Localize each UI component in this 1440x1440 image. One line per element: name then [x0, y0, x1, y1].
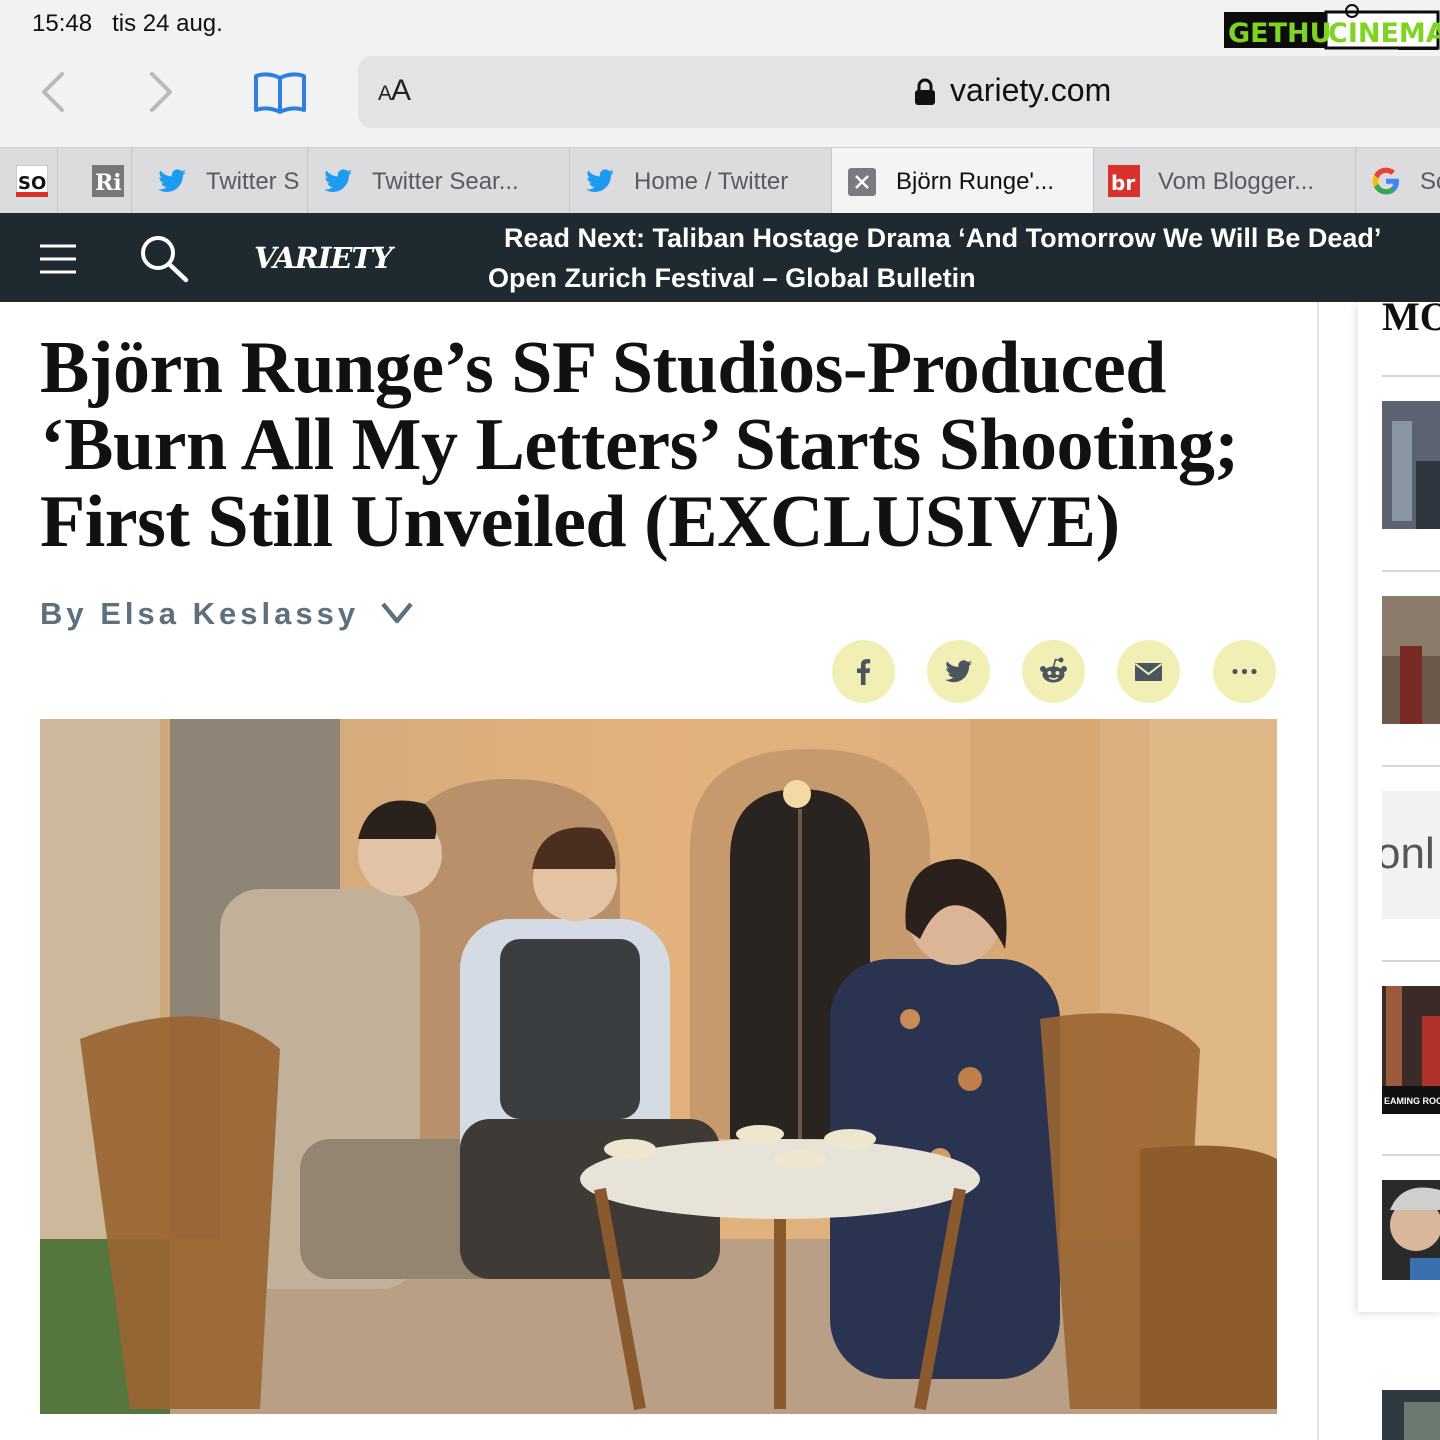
- svg-text:Ri: Ri: [95, 170, 122, 196]
- watermark-logo: GETHU CINEMA: [1222, 4, 1440, 56]
- tab-blogger[interactable]: br Vom Blogger...: [1094, 148, 1356, 214]
- sidebar-thumbnail[interactable]: [1382, 1180, 1440, 1280]
- tab-so[interactable]: SO: [0, 148, 58, 214]
- svg-text:GETHU: GETHU: [1228, 18, 1332, 49]
- share-email-button[interactable]: [1117, 640, 1180, 703]
- br-favicon: br: [1108, 165, 1140, 197]
- tab-twitter-2[interactable]: Twitter Sear...: [308, 148, 570, 214]
- svg-text:CINEMA: CINEMA: [1328, 18, 1440, 49]
- tab-bar: SO Ri Twitter S Twitter Sear... Home / T…: [0, 147, 1440, 214]
- chevron-left-icon: [42, 72, 64, 112]
- back-button[interactable]: [36, 70, 72, 114]
- sidebar-thumbnail[interactable]: EAMING ROOM: [1382, 986, 1440, 1114]
- menu-icon[interactable]: [38, 243, 78, 275]
- book-icon: [254, 72, 306, 114]
- read-next-link-line2[interactable]: Open Zurich Festival – Global Bulletin: [488, 263, 976, 294]
- tab-ri[interactable]: Ri: [58, 148, 132, 214]
- sidebar-thumbnail[interactable]: [1382, 401, 1440, 529]
- close-tab-icon[interactable]: [848, 168, 876, 196]
- tab-twitter-1[interactable]: Twitter S: [132, 148, 308, 214]
- twitter-bird-icon: [322, 165, 354, 197]
- tab-twitter-home[interactable]: Home / Twitter: [570, 148, 832, 214]
- tab-google[interactable]: Sc: [1356, 148, 1440, 214]
- search-icon[interactable]: [136, 233, 192, 285]
- read-next-link[interactable]: Read Next: Taliban Hostage Drama ‘And To…: [504, 223, 1381, 254]
- article-headline: Björn Runge’s SF Studios-Produced ‘Burn …: [40, 327, 1239, 563]
- reddit-icon: [1040, 657, 1067, 683]
- email-icon: [1134, 663, 1163, 681]
- lock-icon: [914, 78, 936, 106]
- sidebar-thumbnail[interactable]: onl: [1382, 791, 1440, 919]
- share-twitter-button[interactable]: [927, 640, 990, 703]
- bookmarks-button[interactable]: [252, 70, 308, 116]
- variety-logo[interactable]: VARIETY: [254, 241, 393, 275]
- sidebar-most-popular: MO onl EAMING ROOM: [1358, 302, 1440, 1312]
- twitter-bird-icon: [156, 165, 188, 197]
- content-divider: [1317, 302, 1319, 1440]
- chevron-down-icon[interactable]: [380, 600, 414, 626]
- more-icon: [1232, 668, 1257, 675]
- share-more-button[interactable]: [1213, 640, 1276, 703]
- sidebar-divider: [1382, 570, 1440, 572]
- status-time: 15:48 tis 24 aug.: [32, 10, 223, 37]
- forward-button[interactable]: [142, 70, 178, 114]
- sidebar-divider: [1382, 960, 1440, 962]
- ri-favicon: Ri: [92, 165, 124, 197]
- text-size-button[interactable]: AA: [378, 74, 411, 108]
- url-text: variety.com: [950, 72, 1112, 108]
- twitter-icon: [944, 660, 973, 683]
- share-reddit-button[interactable]: [1022, 640, 1085, 703]
- sidebar-divider: [1382, 1154, 1440, 1156]
- so-favicon: SO: [15, 164, 49, 198]
- sidebar-divider: [1382, 375, 1440, 377]
- sidebar-thumbnail[interactable]: [1382, 596, 1440, 724]
- site-header: VARIETY Read Next: Taliban Hostage Drama…: [0, 213, 1440, 302]
- sidebar-title: MO: [1382, 302, 1440, 332]
- twitter-bird-icon: [584, 165, 616, 197]
- share-facebook-button[interactable]: [832, 640, 895, 703]
- chevron-right-icon: [150, 72, 172, 112]
- google-icon: [1370, 165, 1402, 197]
- browser-toolbar: AA variety.com: [0, 50, 1440, 147]
- address-bar[interactable]: AA variety.com: [358, 56, 1440, 128]
- facebook-icon: [857, 659, 871, 685]
- sidebar-ad-thumbnail[interactable]: [1382, 1390, 1440, 1440]
- svg-text:SO: SO: [18, 173, 46, 194]
- tab-bjorn-runge[interactable]: Björn Runge'...: [832, 148, 1094, 214]
- article-byline[interactable]: By Elsa Keslassy: [40, 596, 359, 632]
- svg-text:br: br: [1111, 171, 1135, 195]
- sidebar-divider: [1382, 765, 1440, 767]
- article-hero-image: [40, 719, 1277, 1414]
